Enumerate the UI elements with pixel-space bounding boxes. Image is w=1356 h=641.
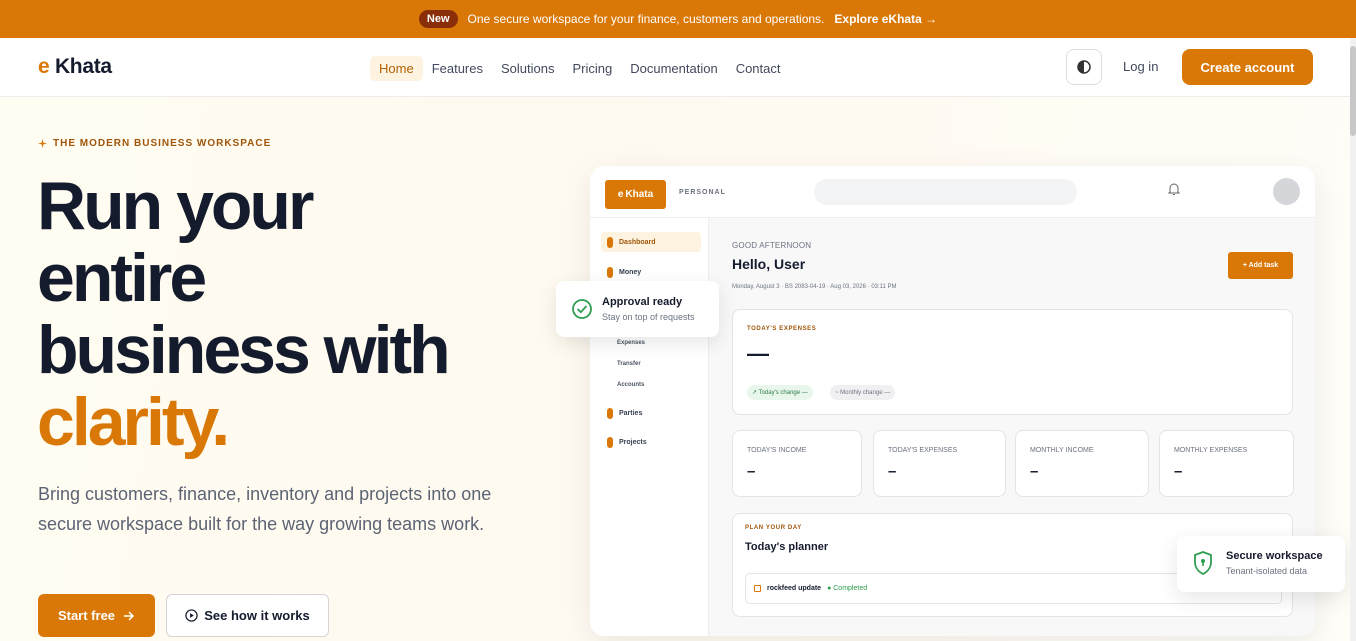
- stat-card-monthly-expenses: MONTHLY EXPENSES –: [1159, 430, 1294, 497]
- top-navigation: e Khata Home Features Solutions Pricing …: [0, 38, 1356, 97]
- todays-expenses-title: TODAY'S EXPENSES: [747, 326, 817, 332]
- logo-prefix: e: [38, 55, 50, 78]
- stat-label: MONTHLY INCOME: [1030, 447, 1094, 454]
- login-link[interactable]: Log in: [1123, 59, 1158, 74]
- preview-logo-text: Khata: [625, 189, 654, 200]
- preview-topbar: e Khata PERSONAL: [590, 166, 1315, 218]
- planner-title: Today's planner: [745, 541, 829, 553]
- projects-icon: [607, 436, 613, 448]
- nav-item-documentation[interactable]: Documentation: [621, 56, 726, 81]
- stat-label: MONTHLY EXPENSES: [1174, 447, 1248, 454]
- see-how-label: See how it works: [204, 608, 310, 623]
- headline-accent: clarity.: [37, 384, 230, 460]
- play-circle-icon: [185, 609, 198, 622]
- preview-sidebar-label: Dashboard: [619, 238, 656, 246]
- preview-sidebar-label: Parties: [619, 409, 643, 417]
- announcement-bar: New One secure workspace for your financ…: [0, 0, 1356, 38]
- stat-card-todays-expenses: TODAY'S EXPENSES –: [873, 430, 1006, 497]
- preview-hello: Hello, User: [732, 256, 806, 272]
- stat-card-monthly-income: MONTHLY INCOME –: [1015, 430, 1149, 497]
- preview-sidebar-item-money: Money: [601, 262, 701, 282]
- new-badge: New: [418, 10, 458, 28]
- headline-line-1: Run your: [37, 168, 314, 244]
- preview-greeting: GOOD AFTERNOON: [732, 241, 812, 250]
- preview-sidebar-label: Money: [619, 268, 642, 276]
- start-free-button[interactable]: Start free: [38, 594, 155, 637]
- logo-text: Khata: [54, 55, 112, 78]
- approval-title: Approval ready: [602, 296, 683, 308]
- preview-sidebar-sub-transfer: Transfer: [617, 361, 641, 367]
- money-icon: [607, 266, 613, 278]
- nav-menu: Home Features Solutions Pricing Document…: [370, 56, 790, 81]
- stat-value: –: [888, 463, 897, 480]
- bell-icon: [1168, 183, 1180, 195]
- headline-line-3: business with: [37, 312, 451, 388]
- stat-label: TODAY'S INCOME: [747, 447, 807, 454]
- parties-icon: [607, 407, 613, 419]
- preview-date-line: Monday, August 3 · BS 2083-04-19 · Aug 0…: [732, 284, 897, 290]
- today-change-chip: ↗ Today's change —: [747, 385, 813, 400]
- todays-expenses-card: TODAY'S EXPENSES — ↗ Today's change — ~ …: [732, 309, 1293, 415]
- approval-ready-card: Approval ready Stay on top of requests: [556, 281, 719, 337]
- planner-eyebrow: PLAN YOUR DAY: [745, 525, 802, 531]
- hero-subtext: Bring customers, finance, inventory and …: [38, 484, 492, 534]
- logo[interactable]: e Khata: [38, 55, 112, 79]
- preview-sidebar-sub-expenses: Expenses: [617, 340, 646, 346]
- dashboard-icon: [607, 236, 613, 248]
- monthly-change-chip: ~ Monthly change —: [830, 385, 896, 400]
- arrow-right-icon: [124, 610, 135, 621]
- stat-value: –: [1174, 463, 1183, 480]
- eyebrow-text: THE MODERN BUSINESS WORKSPACE: [53, 138, 272, 149]
- secure-workspace-card: Secure workspace Tenant-isolated data: [1177, 536, 1345, 592]
- nav-item-pricing[interactable]: Pricing: [563, 56, 621, 81]
- preview-search-bar: [814, 179, 1077, 205]
- preview-sidebar-item-parties: Parties: [601, 403, 701, 423]
- preview-sidebar-item-dashboard: Dashboard: [601, 232, 701, 252]
- preview-sidebar-sub-accounts: Accounts: [617, 382, 645, 388]
- approval-subtitle: Stay on top of requests: [602, 312, 695, 322]
- task-status: ● Completed: [827, 585, 868, 592]
- create-account-button[interactable]: Create account: [1182, 49, 1313, 85]
- nav-item-solutions[interactable]: Solutions: [492, 56, 563, 81]
- sparkle-icon: [38, 139, 47, 148]
- stat-label: TODAY'S EXPENSES: [888, 447, 958, 454]
- nav-item-contact[interactable]: Contact: [727, 56, 790, 81]
- hero-headline: Run your entire business with clarity.: [37, 170, 537, 458]
- task-name: rockfeed update: [767, 585, 822, 592]
- theme-toggle-button[interactable]: [1066, 49, 1102, 85]
- preview-mode-label: PERSONAL: [679, 189, 726, 196]
- headline-line-2: entire: [37, 240, 207, 316]
- scrollbar-thumb[interactable]: [1350, 46, 1356, 136]
- start-free-label: Start free: [57, 608, 116, 623]
- stat-value: –: [1030, 463, 1039, 480]
- checkbox-icon: [754, 585, 761, 592]
- preview-sidebar-item-projects: Projects: [601, 432, 701, 452]
- preview-add-task-button: + Add task: [1228, 252, 1293, 279]
- stat-card-todays-income: TODAY'S INCOME –: [732, 430, 862, 497]
- stat-value: –: [747, 463, 756, 480]
- page-scrollbar[interactable]: [1350, 38, 1356, 641]
- secure-subtitle: Tenant-isolated data: [1226, 566, 1308, 576]
- preview-sidebar-label: Projects: [619, 438, 647, 446]
- contrast-icon: [1077, 60, 1091, 74]
- nav-item-home[interactable]: Home: [370, 56, 423, 81]
- hero-eyebrow: THE MODERN BUSINESS WORKSPACE: [38, 138, 271, 149]
- nav-item-features[interactable]: Features: [423, 56, 492, 81]
- preview-avatar: [1273, 178, 1300, 205]
- preview-logo-prefix: e: [617, 189, 624, 200]
- secure-title: Secure workspace: [1226, 550, 1323, 562]
- preview-logo: e Khata: [605, 180, 666, 209]
- shield-icon: [1194, 551, 1212, 576]
- check-circle-icon: [572, 299, 592, 319]
- explore-link[interactable]: Explore eKhata →: [834, 12, 937, 26]
- see-how-it-works-button[interactable]: See how it works: [166, 594, 329, 637]
- todays-expenses-value: —: [747, 341, 769, 366]
- announcement-text: One secure workspace for your finance, c…: [467, 12, 825, 26]
